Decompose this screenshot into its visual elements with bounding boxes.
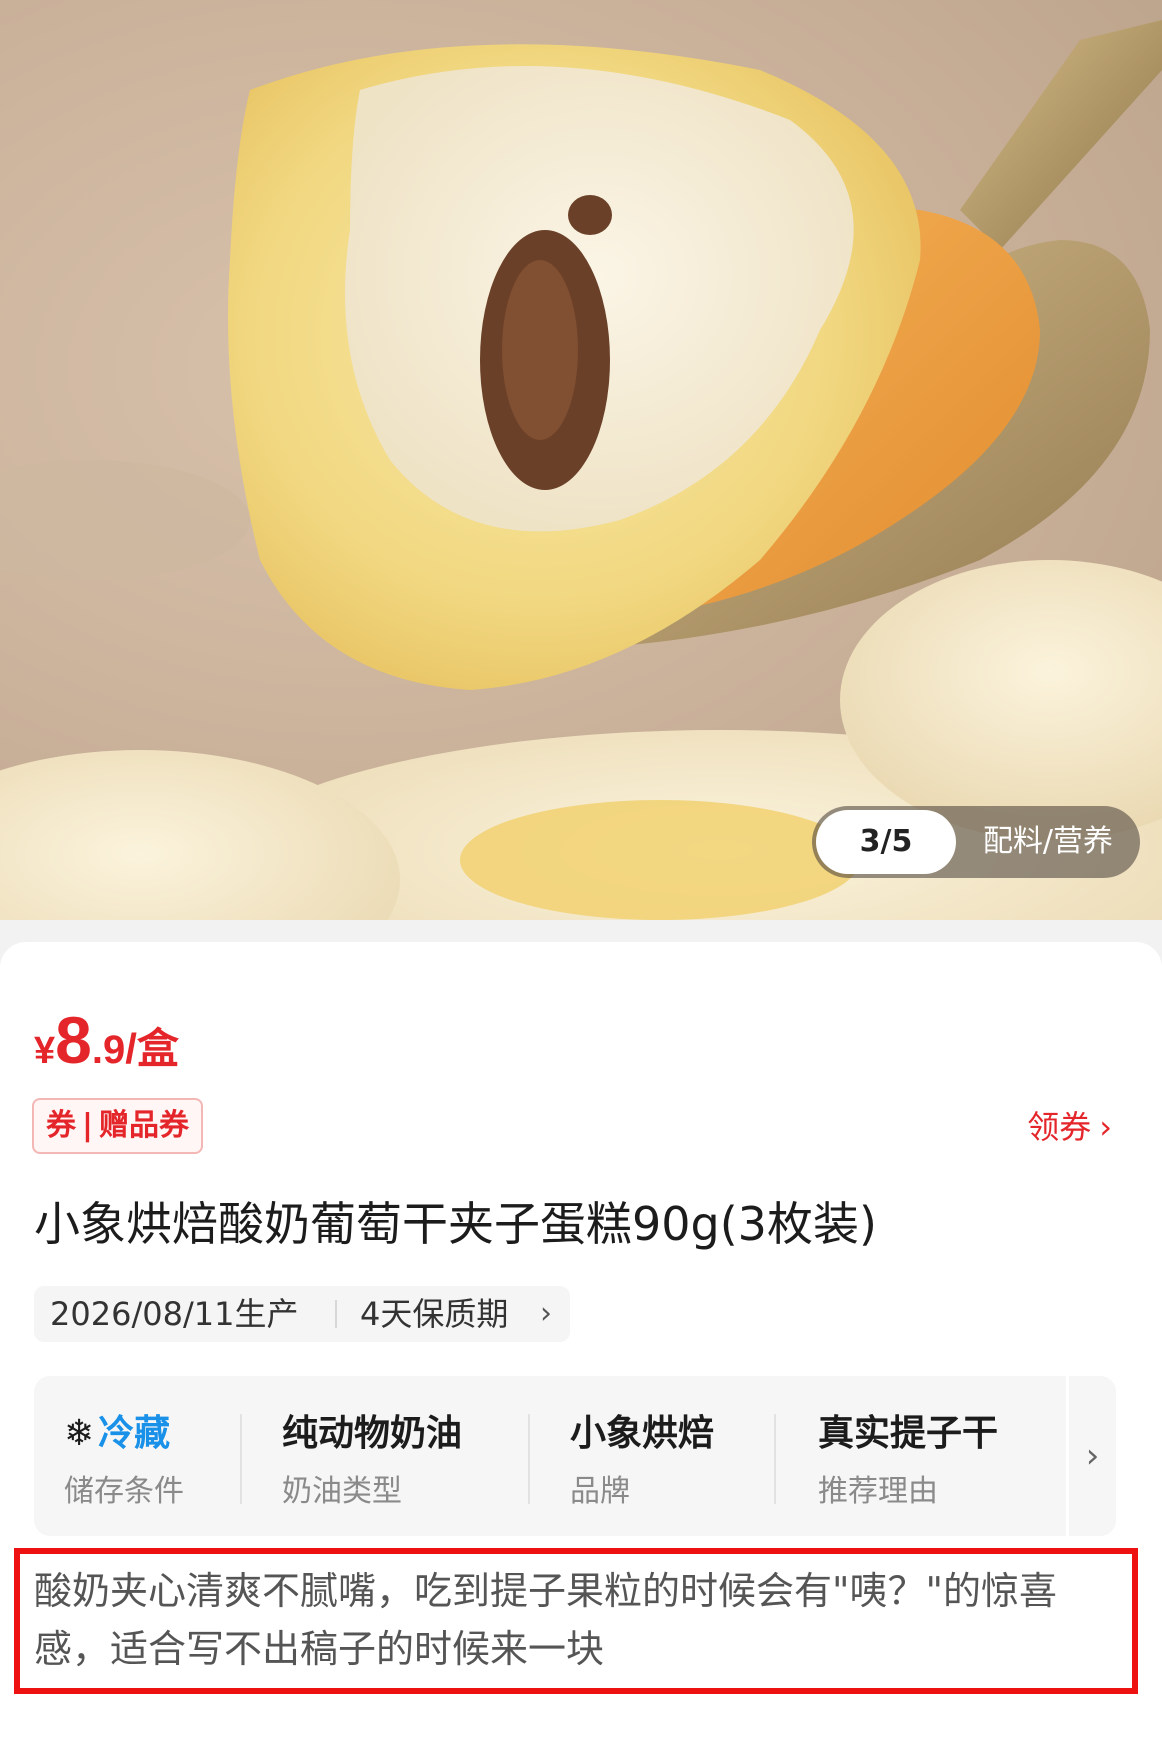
product-description: 酸奶夹心清爽不腻嘴，吃到提子果粒的时候会有"咦？"的惊喜感，适合写不出稿子的时候…	[34, 1569, 1057, 1671]
attribute-label: 推荐理由	[818, 1474, 938, 1509]
coupon-tag[interactable]: 券 | 赠品券	[32, 1098, 203, 1154]
price-currency: ¥	[34, 1030, 56, 1072]
attribute-label: 奶油类型	[282, 1474, 402, 1509]
storage-value: 冷藏	[98, 1413, 171, 1454]
ingredients-nutrition-tab[interactable]: 配料/营养	[960, 806, 1136, 878]
chevron-right-icon: ›	[1099, 1108, 1112, 1146]
image-index: 3/5	[816, 810, 956, 874]
attribute-brand: 小象烘焙 品牌	[530, 1376, 760, 1536]
image-counter[interactable]: 3/5 配料/营养	[812, 806, 1140, 878]
coupon-separator: |	[82, 1108, 93, 1143]
coupon-label: 券	[46, 1108, 76, 1143]
attribute-storage: ❄ 冷藏 储存条件	[34, 1376, 246, 1536]
product-title: 小象烘焙酸奶葡萄干夹子蛋糕90g(3枚装)	[34, 1197, 877, 1251]
price-integer: 8	[55, 1003, 92, 1077]
product-info-card: ¥8.9/盒 券 | 赠品券 领券 › 小象烘焙酸奶葡萄干夹子蛋糕90g(3枚装) 2…	[0, 942, 1162, 1744]
production-date: 2026/08/11生产	[50, 1295, 299, 1333]
attribute-strip[interactable]: ❄ 冷藏 储存条件 纯动物奶油 奶油类型 小象烘焙 品牌 真实提子干 推荐理由 ›	[34, 1376, 1116, 1536]
price-unit: /盒	[125, 1025, 179, 1072]
attribute-cream-type: 纯动物奶油 奶油类型	[242, 1376, 504, 1536]
get-coupon-button[interactable]: 领券 ›	[1027, 1102, 1112, 1152]
chevron-right-icon: ›	[540, 1296, 552, 1331]
attribute-value: 纯动物奶油	[282, 1413, 463, 1454]
snowflake-icon: ❄	[64, 1413, 95, 1454]
product-photo	[0, 20, 1162, 920]
attribute-label: 品牌	[570, 1474, 630, 1509]
divider	[335, 1300, 337, 1328]
gift-coupon-label: 赠品券	[98, 1108, 189, 1143]
price: ¥8.9/盒	[34, 1002, 179, 1078]
chevron-right-icon[interactable]: ›	[1066, 1376, 1116, 1536]
attribute-label: 储存条件	[64, 1474, 184, 1509]
attribute-value: ❄ 冷藏	[64, 1404, 170, 1456]
product-image-gallery[interactable]: 3/5 配料/营养	[0, 0, 1162, 920]
attribute-value: 小象烘焙	[570, 1413, 715, 1454]
get-coupon-label: 领券	[1027, 1108, 1092, 1146]
attribute-reason: 真实提子干 推荐理由	[776, 1376, 1066, 1536]
price-decimal: .9	[91, 1028, 126, 1072]
attribute-value: 真实提子干	[818, 1413, 999, 1454]
freshness-info[interactable]: 2026/08/11生产 4天保质期 ›	[34, 1286, 570, 1342]
shelf-life: 4天保质期	[360, 1295, 509, 1333]
